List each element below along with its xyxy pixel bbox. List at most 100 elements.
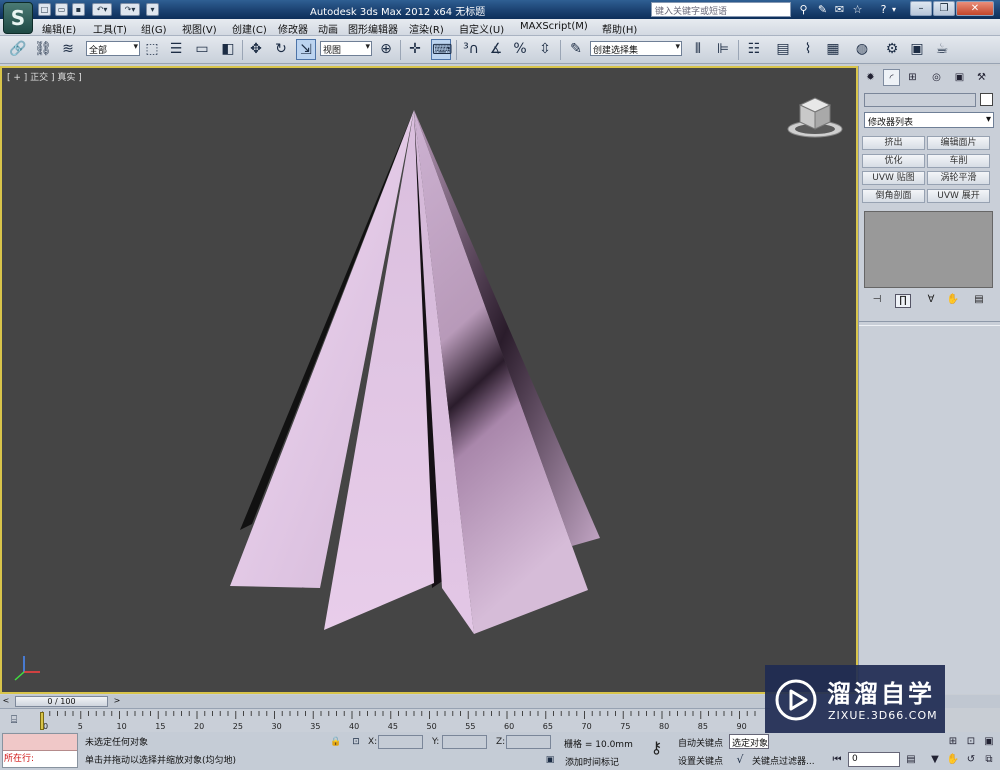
help-icon[interactable]: ? (876, 2, 891, 17)
selection-filter-dropdown[interactable]: 全部 (86, 41, 140, 56)
unlink-selection-icon[interactable]: ⛓ (33, 39, 53, 60)
render-setup-icon[interactable]: ⚙ (882, 39, 902, 60)
object-name-field[interactable] (864, 93, 976, 107)
reference-coordinate-dropdown[interactable]: 视图 (320, 41, 372, 56)
edit-named-selection-icon[interactable]: ✎ (566, 39, 586, 60)
tools-icon[interactable]: ✎ (815, 2, 830, 17)
pin-stack-icon[interactable]: ⊣ (869, 294, 885, 308)
mini-curve-editor-icon[interactable]: ⌸ (4, 711, 24, 729)
track-ruler[interactable]: 0 5 10 15 20 25 30 35 40 45 50 55 60 65 70 75 80 85 90 (42, 711, 762, 731)
material-editor-icon[interactable]: ◍ (852, 39, 872, 60)
menu-modifiers[interactable]: 修改器 (278, 21, 308, 36)
zoom-extents-all-icon[interactable]: ⊞ (946, 735, 960, 749)
app-logo-icon[interactable]: S (3, 2, 33, 34)
current-frame-field[interactable]: 0 (848, 752, 900, 767)
create-tab-icon[interactable]: ✹ (862, 69, 879, 86)
track-bar[interactable]: ⌸ 0 5 10 15 20 25 30 35 40 45 50 55 60 65 70 75 80 85 90 (0, 708, 770, 732)
motion-tab-icon[interactable]: ◎ (928, 69, 945, 86)
configure-modifier-sets-icon[interactable]: ▤ (971, 294, 987, 308)
select-and-scale-icon[interactable]: ⇲ (296, 39, 316, 60)
orbit-icon[interactable]: ↺ (964, 753, 978, 767)
perspective-viewport[interactable]: [ + ] 正交 ] 真实 ] (0, 66, 858, 694)
set-key-button[interactable]: 设置关键点 (678, 754, 723, 767)
modifier-bevel-profile-button[interactable]: 倒角剖面 (862, 189, 925, 203)
menu-tools[interactable]: 工具(T) (93, 21, 127, 36)
menu-maxscript[interactable]: MAXScript(M) (520, 21, 588, 32)
modifier-list-dropdown[interactable]: 修改器列表 (864, 112, 994, 128)
graphite-ribbon-icon[interactable]: ▤ (773, 39, 793, 60)
open-file-icon[interactable]: ▭ (55, 3, 68, 16)
menu-edit[interactable]: 编辑(E) (42, 21, 76, 36)
menu-rendering[interactable]: 渲染(R) (409, 21, 444, 36)
key-filters-button[interactable]: 关键点过滤器... (752, 754, 815, 767)
percent-snap-icon[interactable]: % (510, 39, 530, 60)
render-production-icon[interactable]: ☕ (932, 39, 952, 60)
select-and-move-icon[interactable]: ✥ (246, 39, 266, 60)
menu-views[interactable]: 视图(V) (182, 21, 217, 36)
modifier-edit-patch-button[interactable]: 编辑面片 (927, 136, 990, 150)
select-and-rotate-icon[interactable]: ↻ (271, 39, 291, 60)
new-file-icon[interactable]: □ (38, 3, 51, 16)
add-time-tag-button[interactable]: 添加时间标记 (565, 755, 619, 768)
rendered-frame-window-icon[interactable]: ▣ (907, 39, 927, 60)
layer-manager-icon[interactable]: ☷ (744, 39, 764, 60)
keyboard-shortcut-override-icon[interactable]: ⌨ (431, 39, 452, 60)
select-object-icon[interactable]: ⬚ (142, 39, 162, 60)
z-coord-field[interactable] (506, 735, 551, 749)
mirror-icon[interactable]: ⫴ (688, 39, 708, 60)
favorites-star-icon[interactable]: ☆ (850, 2, 865, 17)
time-slider-thumb[interactable]: 0 / 100 (15, 696, 108, 707)
maximize-viewport-icon[interactable]: ⧉ (982, 753, 996, 767)
select-by-name-icon[interactable]: ☰ (166, 39, 186, 60)
object-color-swatch[interactable] (980, 93, 993, 106)
current-frame-marker[interactable] (40, 712, 44, 730)
time-slider-next-icon[interactable]: > (112, 696, 122, 707)
go-to-start-icon[interactable]: ⏮ (830, 753, 844, 767)
key-selection-dropdown[interactable]: 选定对象 (729, 734, 769, 749)
named-selection-dropdown[interactable]: 创建选择集 (590, 41, 682, 56)
modifier-uvw-map-button[interactable]: UVW 贴图 (862, 171, 925, 185)
set-key-icon[interactable]: ⚷ (643, 738, 670, 760)
bind-to-space-warp-icon[interactable]: ≋ (58, 39, 78, 60)
zoom-extents-icon[interactable]: ⊡ (964, 735, 978, 749)
selection-lock-icon[interactable]: 🔒 (329, 735, 343, 749)
time-tag-icon[interactable]: ▣ (543, 753, 557, 767)
modifier-extrude-button[interactable]: 挤出 (862, 136, 925, 150)
modifier-optimize-button[interactable]: 优化 (862, 154, 925, 168)
modifier-stack-list[interactable] (864, 211, 993, 288)
communication-icon[interactable]: ✉ (832, 2, 847, 17)
window-crossing-icon[interactable]: ◧ (218, 39, 238, 60)
zoom-region-icon[interactable]: ▣ (982, 735, 996, 749)
pivot-center-icon[interactable]: ⊕ (376, 39, 396, 60)
rectangular-selection-icon[interactable]: ▭ (192, 39, 212, 60)
show-end-result-icon[interactable]: ∏ (895, 294, 911, 308)
hierarchy-tab-icon[interactable]: ⊞ (904, 69, 921, 86)
key-filters-icon[interactable]: √ (732, 752, 748, 768)
save-file-icon[interactable]: ▪ (72, 3, 85, 16)
menu-animation[interactable]: 动画 (318, 21, 338, 36)
auto-key-button[interactable]: 自动关键点 (678, 736, 723, 749)
restore-button[interactable]: ❐ (933, 1, 955, 16)
minimize-button[interactable]: – (910, 1, 932, 16)
align-icon[interactable]: ⊫ (713, 39, 733, 60)
curve-editor-icon[interactable]: ⌇ (798, 39, 818, 60)
time-slider-prev-icon[interactable]: < (1, 696, 11, 707)
time-config-icon[interactable]: ▤ (904, 753, 918, 767)
display-tab-icon[interactable]: ▣ (951, 69, 968, 86)
quick-access-dropdown-icon[interactable]: ▾ (146, 3, 159, 16)
angle-snap-icon[interactable]: ∡ (486, 39, 506, 60)
modifier-turbosmooth-button[interactable]: 涡轮平滑 (927, 171, 990, 185)
y-coord-field[interactable] (442, 735, 487, 749)
modify-tab-icon[interactable]: ◜ (883, 69, 900, 86)
menu-group[interactable]: 组(G) (141, 21, 167, 36)
help-dropdown-icon[interactable]: ▾ (890, 2, 898, 17)
star-cone-model[interactable] (2, 68, 856, 692)
pan-view-icon[interactable]: ✋ (946, 753, 960, 767)
undo-icon[interactable]: ↶▾ (92, 3, 112, 16)
menu-customize[interactable]: 自定义(U) (459, 21, 504, 36)
menu-create[interactable]: 创建(C) (232, 21, 267, 36)
viewcube-icon[interactable] (786, 93, 844, 138)
snaps-toggle-icon[interactable]: ³∩ (461, 39, 481, 60)
make-unique-icon[interactable]: ∀ (923, 294, 939, 308)
x-coord-field[interactable] (378, 735, 423, 749)
